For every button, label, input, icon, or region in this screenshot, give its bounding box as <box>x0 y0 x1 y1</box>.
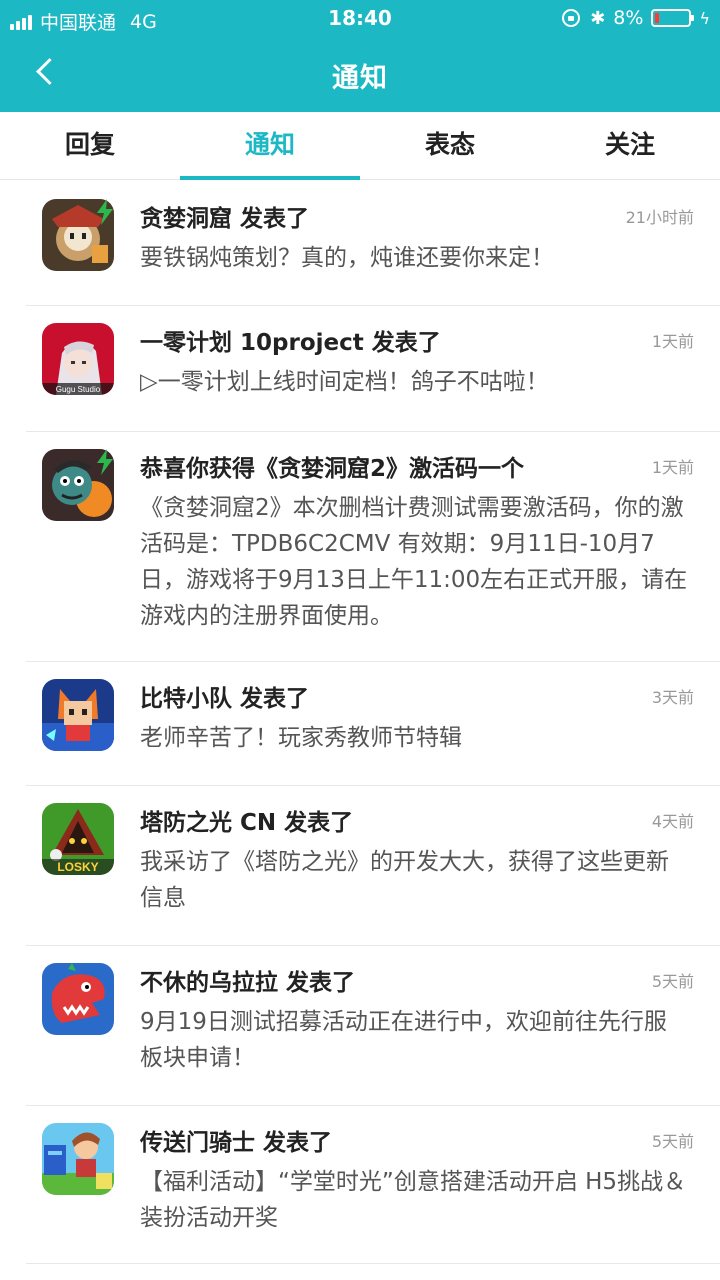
notification-time: 1天前 <box>651 458 694 477</box>
notification-text: 要铁锅炖策划？真的，炖谁还要你来定！ <box>140 245 554 271</box>
notification-title: 一零计划 10project 发表了 <box>140 330 441 356</box>
notification-time: 1天前 <box>651 332 694 351</box>
notification-item[interactable]: 不休的乌拉拉 发表了 5天前 9月19日测试招募活动正在进行中，欢迎前往先行服板… <box>0 945 720 1106</box>
tab-reactions[interactable]: 表态 <box>360 112 540 179</box>
notification-item[interactable]: 传送门骑士 发表了 5天前 【福利活动】“学堂时光”创意搭建活动开启 H5挑战＆… <box>0 1105 720 1264</box>
notification-text: 9月19日测试招募活动正在进行中，欢迎前往先行服板块申请！ <box>140 1009 667 1071</box>
notification-time: 5天前 <box>651 972 694 991</box>
notification-time: 3天前 <box>651 688 694 707</box>
bluetooth-icon: ✱ <box>590 7 606 29</box>
notification-text: 老师辛苦了！玩家秀教师节特辑 <box>140 725 462 751</box>
page-title: 通知 <box>332 63 388 94</box>
notification-text: 我采访了《塔防之光》的开发大大，获得了这些更新信息 <box>140 849 669 911</box>
notification-item[interactable]: 贪婪洞窟 发表了 21小时前 要铁锅炖策划？真的，炖谁还要你来定！ <box>0 181 720 306</box>
lightning-badge-icon <box>97 199 113 225</box>
notification-item[interactable]: 恭喜你获得《贪婪洞窟2》激活码一个 1天前 《贪婪洞窟2》本次删档计费测试需要激… <box>0 431 720 662</box>
charging-icon: ϟ <box>699 8 710 28</box>
status-bar: 中国联通 4G 18:40 ✱ 8% ϟ <box>0 0 720 38</box>
notification-item[interactable]: Gugu Studio 一零计划 10project 发表了 1天前 ▷一零计划… <box>0 305 720 432</box>
notification-text: ▷一零计划上线时间定档！鸽子不咕啦！ <box>140 369 549 395</box>
divider <box>26 1263 720 1264</box>
icon-caption: Gugu Studio <box>56 385 101 394</box>
lightning-badge-icon <box>97 449 113 475</box>
app-header: 中国联通 4G 18:40 ✱ 8% ϟ 通知 <box>0 0 720 112</box>
project-game-icon[interactable]: Gugu Studio <box>42 323 114 395</box>
battery-percent: 8% <box>613 7 644 29</box>
notification-title: 恭喜你获得《贪婪洞窟2》激活码一个 <box>140 456 525 482</box>
notification-title: 传送门骑士 发表了 <box>140 1130 333 1156</box>
bit-squad-game-icon[interactable] <box>42 679 114 751</box>
notification-title: 塔防之光 CN 发表了 <box>140 810 354 836</box>
tab-following[interactable]: 关注 <box>540 112 720 179</box>
tab-replies[interactable]: 回复 <box>0 112 180 179</box>
notification-time: 4天前 <box>651 812 694 831</box>
tab-notifications[interactable]: 通知 <box>180 112 360 180</box>
notification-item[interactable]: 比特小队 发表了 3天前 老师辛苦了！玩家秀教师节特辑 <box>0 661 720 786</box>
battery-icon <box>651 9 695 27</box>
tower-defense-game-icon[interactable]: LOSKY <box>42 803 114 875</box>
portal-knights-game-icon[interactable] <box>42 1123 114 1195</box>
notification-title: 比特小队 发表了 <box>140 686 310 712</box>
notification-item[interactable]: LOSKY 塔防之光 CN 发表了 4天前 我采访了《塔防之光》的开发大大，获得… <box>0 785 720 946</box>
notification-title: 贪婪洞窟 发表了 <box>140 206 310 232</box>
notification-time: 21小时前 <box>625 208 694 227</box>
tab-bar: 回复 通知 表态 关注 <box>0 112 720 180</box>
icon-caption: LOSKY <box>57 860 98 874</box>
notification-time: 5天前 <box>651 1132 694 1151</box>
rotation-lock-icon <box>562 9 581 27</box>
notification-text: 《贪婪洞窟2》本次删档计费测试需要激活码，你的激活码是：TPDB6C2CMV 有… <box>140 495 688 629</box>
notification-title: 不休的乌拉拉 发表了 <box>140 970 356 996</box>
notification-list: 贪婪洞窟 发表了 21小时前 要铁锅炖策划？真的，炖谁还要你来定！ Gugu S… <box>0 181 720 1264</box>
notification-text: 【福利活动】“学堂时光”创意搭建活动开启 H5挑战＆装扮活动开奖 <box>140 1169 687 1231</box>
dino-game-icon[interactable] <box>42 963 114 1035</box>
